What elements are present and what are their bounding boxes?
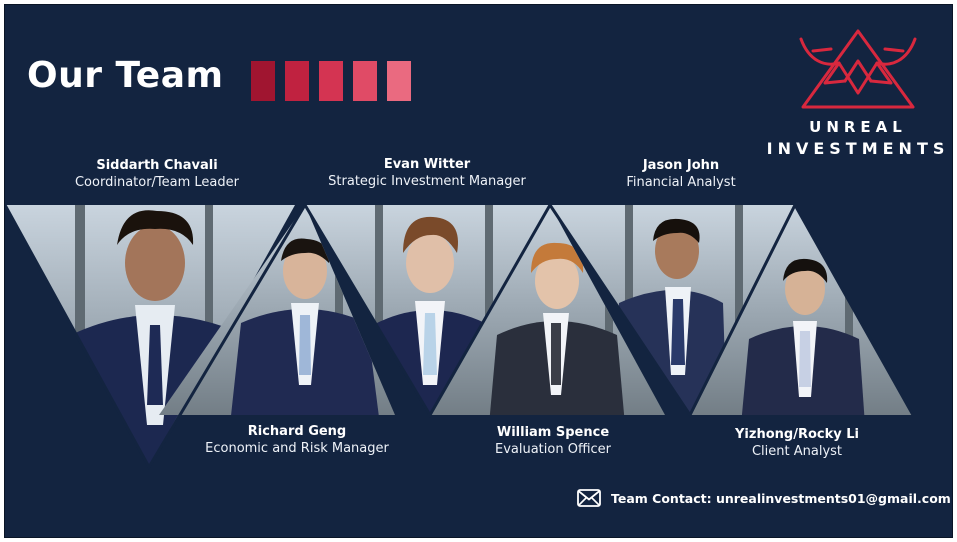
member-label-4: Richard Geng Economic and Risk Manager (177, 423, 417, 458)
member-name: William Spence (496, 425, 610, 440)
member-name: Richard Geng (247, 424, 347, 439)
team-contact[interactable]: Team Contact: unrealinvestments01@gmail.… (577, 489, 951, 507)
member-label-6: Yizhong/Rocky Li Client Analyst (677, 426, 917, 461)
member-label-5: William Spence Evaluation Officer (433, 424, 673, 459)
contact-text: Team Contact: unrealinvestments01@gmail.… (611, 490, 951, 506)
member-name: Yizhong/Rocky Li (735, 427, 859, 442)
member-role: Economic and Risk Manager (205, 441, 389, 456)
team-slide: Our Team UNREAL INVESTMENTS Siddarth Cha… (4, 4, 953, 538)
member-role: Client Analyst (751, 444, 843, 459)
mail-icon (577, 489, 601, 507)
member-role: Evaluation Officer (494, 442, 612, 457)
